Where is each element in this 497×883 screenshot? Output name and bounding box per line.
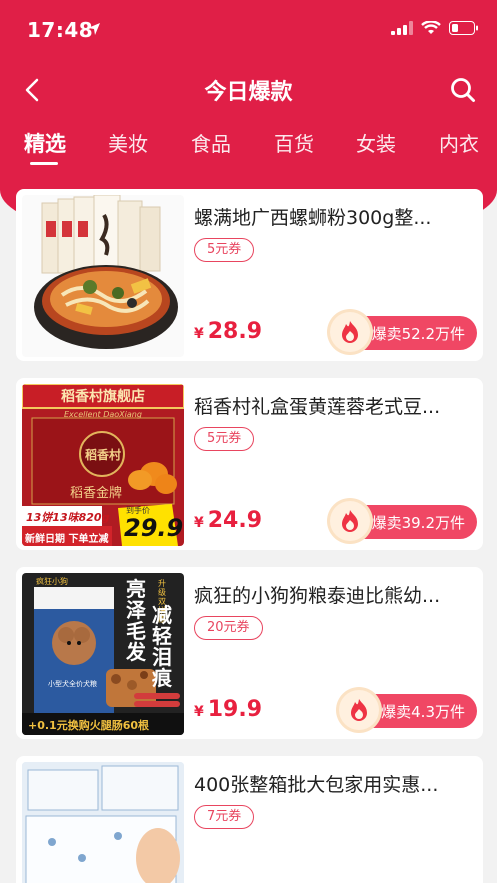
- sales-text: 爆卖4.3万件: [381, 702, 465, 721]
- active-tab-indicator: [30, 162, 58, 165]
- sales-text: 爆卖52.2万件: [371, 324, 465, 343]
- sales-badge: 爆卖39.2万件: [327, 501, 477, 541]
- category-tabs: 精选 美妆 食品 百货 女装 内衣: [0, 128, 497, 172]
- image-store-label: 稻香村旗舰店: [61, 389, 145, 405]
- product-image: 疯狂小狗 升级双拼粮 亮泽毛发 减轻泪痕 小型犬全价犬粮 +0.1元换购火腿肠6…: [22, 573, 184, 735]
- sales-badge: 爆卖52.2万件: [327, 312, 477, 352]
- product-image: [22, 762, 184, 883]
- tab-beauty[interactable]: 美妆: [108, 128, 148, 157]
- product-price: ¥28.9: [194, 319, 262, 344]
- page-title: 今日爆款: [204, 80, 293, 105]
- image-brand-label: 疯狂小狗: [36, 577, 68, 586]
- image-brand-label: 稻香村: [85, 448, 122, 462]
- image-slogan2: 减轻泪痕: [152, 603, 172, 690]
- product-title: 疯狂的小狗狗粮泰迪比熊幼...: [194, 585, 441, 607]
- image-en-label: Excellent DaoXiang: [64, 410, 142, 419]
- tab-women[interactable]: 女装: [356, 128, 396, 157]
- search-icon: [451, 78, 475, 102]
- product-card[interactable]: 稻香村旗舰店 Excellent DaoXiang 稻香村 稻香金牌 13饼13…: [16, 378, 483, 550]
- price-value: 19.9: [207, 697, 263, 722]
- product-title: 400张整箱批大包家用实惠...: [194, 774, 439, 796]
- currency-symbol: ¥: [194, 704, 204, 720]
- product-card[interactable]: 400张整箱批大包家用实惠... 7元券: [16, 756, 483, 883]
- product-title: 稻香村礼盒蛋黄莲蓉老式豆...: [194, 396, 441, 418]
- fire-icon: [329, 312, 370, 352]
- status-time: 17:48: [27, 18, 94, 42]
- product-image: 稻香村旗舰店 Excellent DaoXiang 稻香村 稻香金牌 13饼13…: [22, 384, 184, 546]
- sales-badge: 爆卖4.3万件: [337, 690, 477, 730]
- tab-general[interactable]: 百货: [274, 128, 314, 157]
- fire-icon: [329, 501, 370, 541]
- battery-icon: [449, 20, 479, 39]
- coupon-badge: 20元券: [194, 616, 263, 640]
- signal-icon: [391, 20, 413, 39]
- currency-symbol: ¥: [194, 326, 204, 342]
- coupon-badge: 5元券: [194, 238, 255, 262]
- product-card[interactable]: 疯狂小狗 升级双拼粮 亮泽毛发 减轻泪痕 小型犬全价犬粮 +0.1元换购火腿肠6…: [16, 567, 483, 739]
- currency-symbol: ¥: [194, 515, 204, 531]
- wifi-icon: [421, 20, 441, 39]
- product-card[interactable]: 螺满地广西螺蛳粉300g整... 5元券 ¥28.9 爆卖52.2万件: [16, 189, 483, 361]
- fire-icon: [339, 690, 380, 730]
- image-deal-label: 13饼13味820g: [26, 511, 110, 524]
- image-price-value: 29.9: [124, 514, 184, 542]
- image-promo-label: +0.1元换购火腿肠60根: [28, 719, 150, 732]
- sales-text: 爆卖39.2万件: [371, 513, 465, 532]
- product-image: [22, 195, 184, 357]
- search-button[interactable]: [445, 74, 481, 106]
- product-price: ¥24.9: [194, 508, 262, 533]
- tab-food[interactable]: 食品: [191, 128, 231, 157]
- coupon-badge: 5元券: [194, 427, 255, 451]
- product-price: ¥19.9: [194, 697, 262, 722]
- status-bar: 17:48: [0, 0, 497, 60]
- tab-underwear[interactable]: 内衣: [439, 128, 479, 157]
- image-subtitle: 稻香金牌: [70, 486, 123, 501]
- nav-bar: 今日爆款: [0, 62, 497, 118]
- price-value: 28.9: [207, 319, 263, 344]
- coupon-badge: 7元券: [194, 805, 255, 829]
- image-price: 29.9元: [124, 514, 184, 546]
- image-date-label: 新鲜日期 下单立减: [25, 534, 109, 545]
- image-slogan1: 亮泽毛发: [126, 577, 146, 664]
- price-value: 24.9: [207, 508, 263, 533]
- location-arrow-icon: [87, 21, 101, 40]
- product-title: 螺满地广西螺蛳粉300g整...: [194, 207, 432, 229]
- tab-featured[interactable]: 精选: [24, 128, 66, 158]
- image-pack-label: 小型犬全价犬粮: [48, 680, 97, 688]
